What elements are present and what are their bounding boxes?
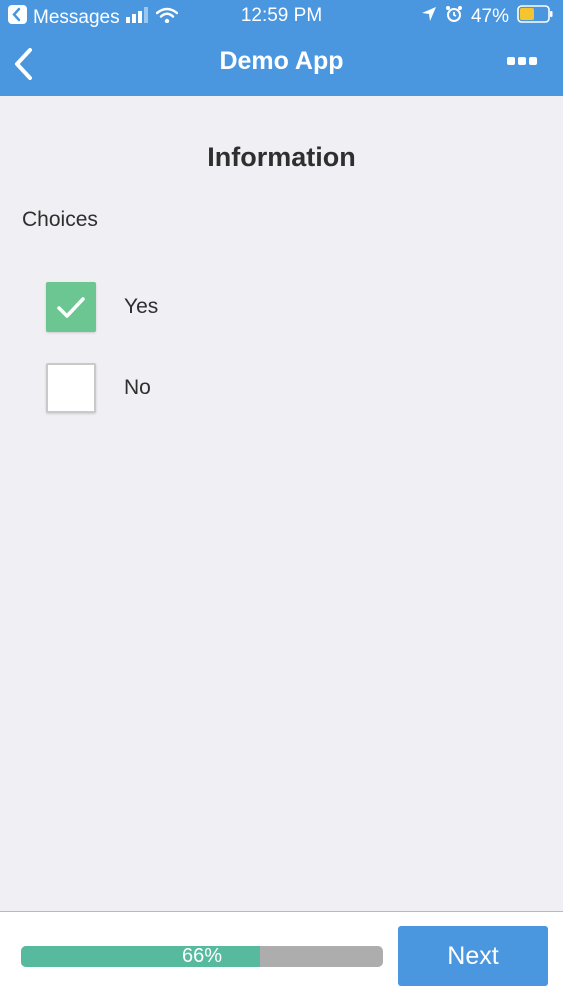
battery-percent: 47% <box>470 6 509 27</box>
more-button[interactable] <box>503 48 543 76</box>
progress-bar: 66% <box>21 946 383 967</box>
nav-title: Demo App <box>219 47 344 75</box>
checkbox-yes[interactable] <box>46 282 96 332</box>
more-icon <box>507 57 537 65</box>
top-bar: Messages 12:59 PM 47% Demo App <box>0 0 563 96</box>
checkmark-icon <box>57 297 85 318</box>
status-bar: Messages 12:59 PM 47% <box>0 0 563 34</box>
checkbox-no[interactable] <box>46 363 96 413</box>
location-icon <box>421 6 437 28</box>
field-label: Choices <box>22 208 98 231</box>
progress-text: 66% <box>181 946 223 967</box>
footer: 66% Next <box>0 911 563 1002</box>
next-button[interactable]: Next <box>398 926 548 986</box>
choice-yes[interactable]: Yes <box>46 282 158 332</box>
choice-label: No <box>124 376 151 399</box>
status-right: 47% <box>421 5 553 29</box>
choice-label: Yes <box>124 295 159 318</box>
choice-no[interactable]: No <box>46 363 151 413</box>
nav-bar: Demo App <box>0 34 563 96</box>
battery-icon <box>517 5 553 29</box>
alarm-icon <box>445 5 463 29</box>
form-content: Information Choices Yes No <box>0 96 563 911</box>
section-title: Information <box>207 142 356 172</box>
